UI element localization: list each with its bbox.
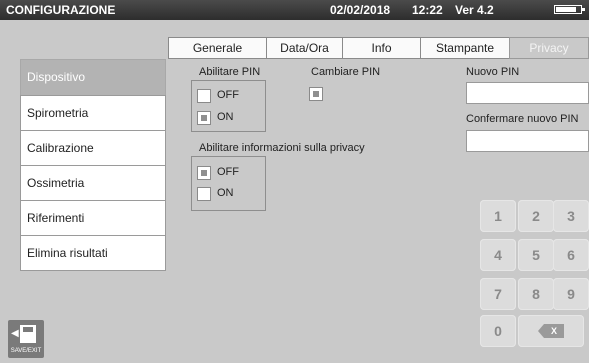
- confirm-pin-label: Confermare nuovo PIN: [466, 113, 579, 125]
- tab-info[interactable]: Info: [342, 37, 421, 59]
- new-pin-label: Nuovo PIN: [466, 66, 520, 78]
- keypad-key-6[interactable]: 6: [553, 239, 589, 271]
- enable-pin-label: Abilitare PIN: [199, 66, 261, 78]
- keypad-key-3[interactable]: 3: [553, 200, 589, 232]
- save-exit-label: SAVE/EXIT: [10, 348, 42, 354]
- keypad-key-8[interactable]: 8: [518, 278, 554, 310]
- keypad-key-5[interactable]: 5: [518, 239, 554, 271]
- keypad-key-9[interactable]: 9: [553, 278, 589, 310]
- arrow-left-icon: ◀: [11, 328, 19, 339]
- privacy-info-label: Abilitare informazioni sulla privacy: [199, 142, 365, 154]
- delete-key-label: X: [551, 326, 558, 336]
- tab-generale[interactable]: Generale: [168, 37, 267, 59]
- tab-privacy[interactable]: Privacy: [509, 37, 589, 59]
- keypad-key-0[interactable]: 0: [480, 315, 516, 347]
- privacy-info-on-label: ON: [217, 187, 234, 199]
- sidebar-item-calibrazione[interactable]: Calibrazione: [20, 130, 166, 166]
- app-title: CONFIGURAZIONE: [6, 3, 116, 17]
- enable-pin-group: OFF ON: [191, 80, 266, 132]
- keypad-key-2[interactable]: 2: [518, 200, 554, 232]
- enable-pin-on-label: ON: [217, 111, 234, 123]
- privacy-info-off-checkbox[interactable]: [197, 166, 211, 180]
- keypad-key-7[interactable]: 7: [480, 278, 516, 310]
- change-pin-label: Cambiare PIN: [311, 66, 381, 78]
- sidebar-item-spirometria[interactable]: Spirometria: [20, 95, 166, 131]
- title-bar: CONFIGURAZIONE 02/02/2018 12:22 Ver 4.2: [0, 0, 589, 20]
- tab-data-ora[interactable]: Data/Ora: [266, 37, 343, 59]
- keypad-key-1[interactable]: 1: [480, 200, 516, 232]
- sidebar-item-elimina-risultati[interactable]: Elimina risultati: [20, 235, 166, 271]
- privacy-info-off-label: OFF: [217, 166, 239, 178]
- date-readout: 02/02/2018: [330, 3, 391, 17]
- new-pin-input[interactable]: [466, 82, 589, 104]
- floppy-save-icon: [20, 325, 36, 343]
- keypad-delete-button[interactable]: X: [518, 315, 584, 347]
- change-pin-checkbox[interactable]: [309, 87, 323, 101]
- privacy-info-on-checkbox[interactable]: [197, 187, 211, 201]
- time-readout: 12:22: [412, 3, 443, 17]
- tab-stampante[interactable]: Stampante: [420, 37, 510, 59]
- privacy-info-group: OFF ON: [191, 156, 266, 211]
- enable-pin-off-label: OFF: [217, 89, 239, 101]
- sidebar-item-dispositivo[interactable]: Dispositivo: [20, 59, 166, 96]
- tab-bar: Generale Data/Ora Info Stampante Privacy: [168, 37, 589, 59]
- save-exit-button[interactable]: ◀ SAVE/EXIT: [8, 320, 44, 358]
- sidebar-item-riferimenti[interactable]: Riferimenti: [20, 200, 166, 236]
- enable-pin-on-checkbox[interactable]: [197, 111, 211, 125]
- enable-pin-off-checkbox[interactable]: [197, 89, 211, 103]
- keypad-key-4[interactable]: 4: [480, 239, 516, 271]
- confirm-pin-input[interactable]: [466, 130, 589, 152]
- battery-icon: [554, 5, 585, 14]
- version-readout: Ver 4.2: [455, 3, 494, 17]
- sidebar-item-ossimetria[interactable]: Ossimetria: [20, 165, 166, 201]
